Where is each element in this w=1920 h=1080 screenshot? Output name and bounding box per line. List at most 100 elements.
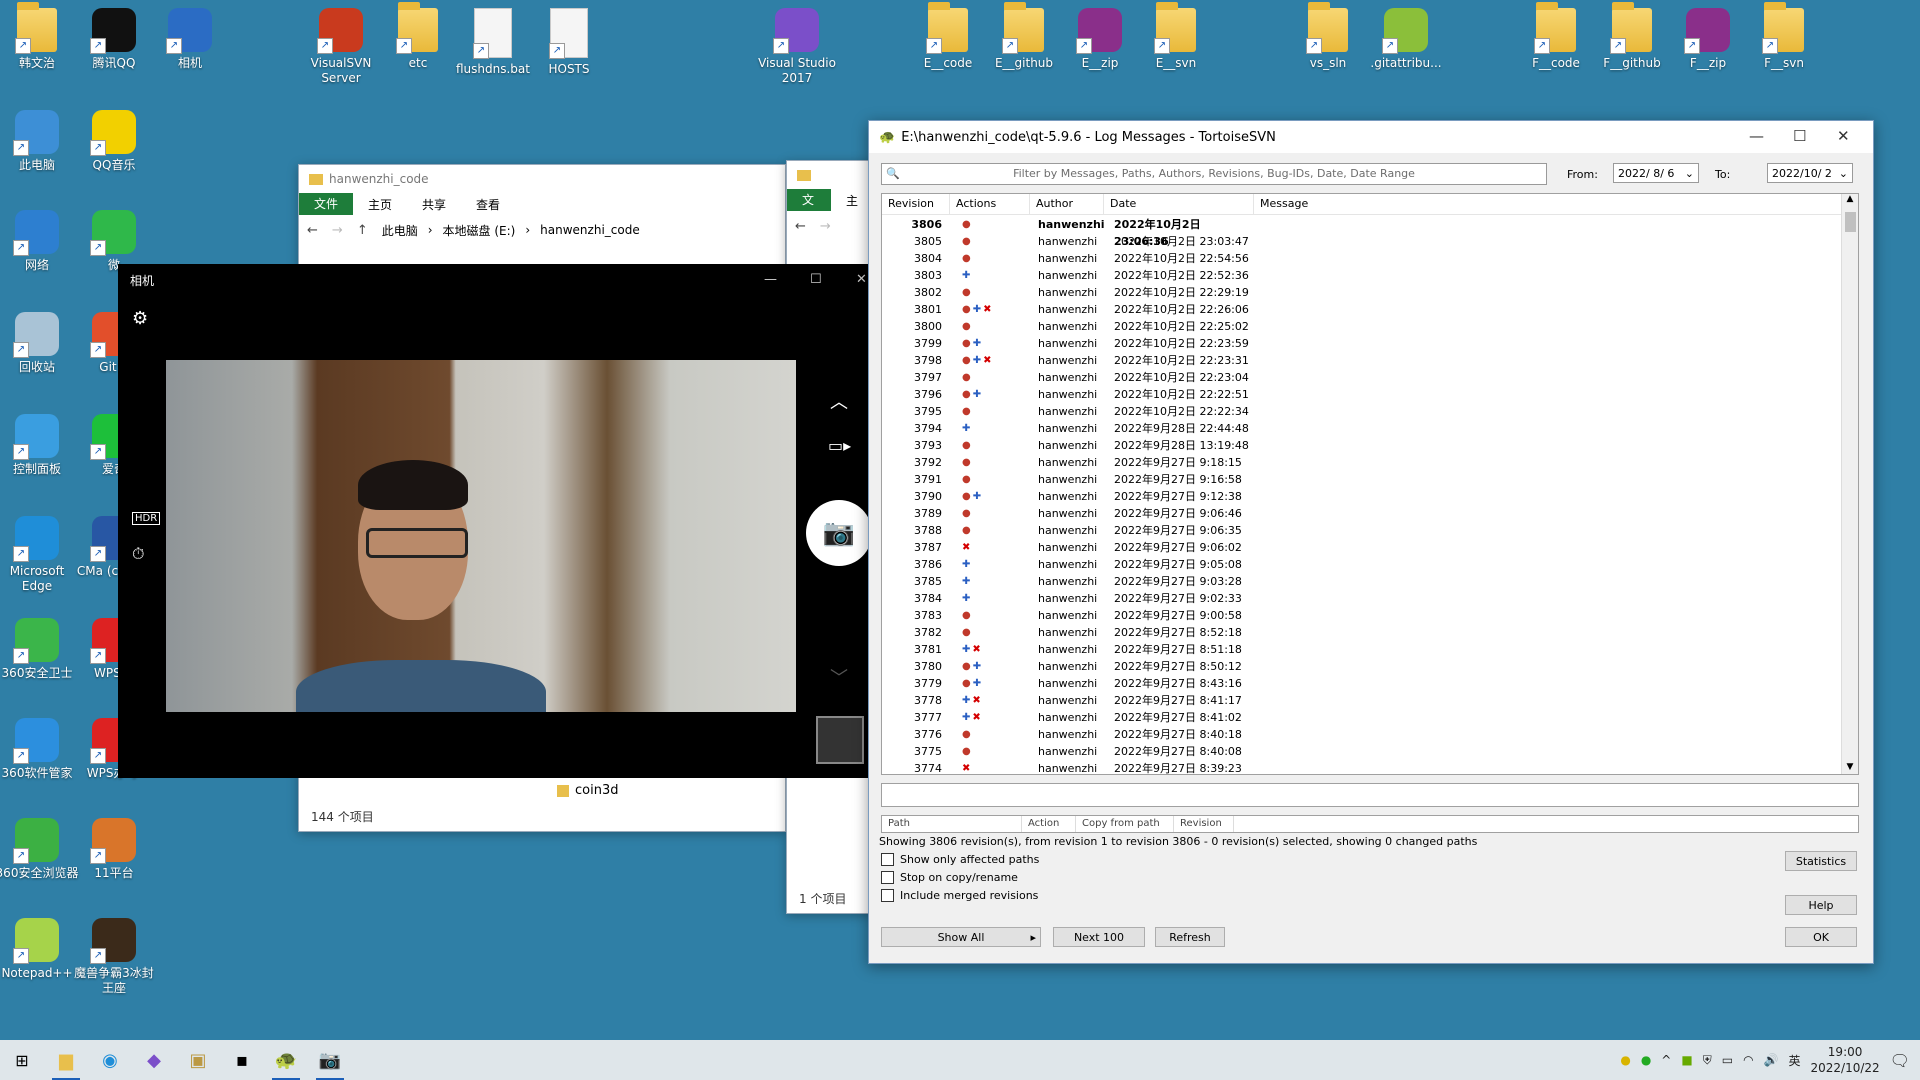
desktop-icon[interactable]: ↗ 360安全浏览器 [0,818,79,881]
table-row[interactable]: 3787 ✖ hanwenzhi 2022年9月27日 9:06:02 [882,539,1842,556]
table-row[interactable]: 3794 ✚ hanwenzhi 2022年9月28日 22:44:48 [882,420,1842,437]
include-merged-revisions-checkbox[interactable]: Include merged revisions [881,889,1038,902]
explorer-title-bar[interactable]: hanwenzhi_code [299,165,785,193]
desktop-icon[interactable]: ↗ 韩文治 [0,2,79,71]
close-icon[interactable]: ✕ [1837,127,1850,145]
desktop-icon[interactable]: ↗ F__code [1514,2,1598,71]
desktop-icon[interactable]: ↗ Microsoft Edge [0,516,79,594]
table-row[interactable]: 3804 ● hanwenzhi 2022年10月2日 22:54:56 [882,250,1842,267]
column-header-action[interactable]: Action [1022,816,1076,832]
scroll-down-icon[interactable]: ▼ [1842,762,1858,772]
desktop-icon[interactable]: ↗ .gitattribu... [1364,8,1448,71]
last-photo-thumbnail[interactable] [816,716,864,764]
minimize-icon[interactable]: — [764,272,777,287]
desktop-icon[interactable]: ↗ QQ音乐 [72,110,156,173]
vertical-scrollbar[interactable]: ▲ ▼ [1841,194,1858,774]
table-row[interactable]: 3785 ✚ hanwenzhi 2022年9月27日 9:03:28 [882,573,1842,590]
table-row[interactable]: 3783 ● hanwenzhi 2022年9月27日 9:00:58 [882,607,1842,624]
take-photo-button[interactable]: 📷 [806,500,872,566]
table-row[interactable]: 3774 ✖ hanwenzhi 2022年9月27日 8:39:23 [882,760,1842,774]
minimize-icon[interactable]: — [1749,127,1764,145]
table-row[interactable]: 3801 ●✚✖ hanwenzhi 2022年10月2日 22:26:06 [882,301,1842,318]
desktop-icon[interactable]: ↗ 此电脑 [0,110,79,173]
taskbar-camera[interactable]: 📷 [308,1040,352,1080]
table-row[interactable]: 3798 ●✚✖ hanwenzhi 2022年10月2日 22:23:31 [882,352,1842,369]
network-wifi-icon[interactable]: ◠ [1743,1053,1753,1067]
forward-icon[interactable]: → [332,223,343,238]
revision-list[interactable]: Revision Actions Author Date Message 380… [881,193,1859,775]
close-icon[interactable]: ✕ [856,272,867,287]
desktop-icon[interactable]: ↗ E__svn [1134,2,1218,71]
next-100-button[interactable]: Next 100 [1053,927,1145,947]
table-row[interactable]: 3791 ● hanwenzhi 2022年9月27日 9:16:58 [882,471,1842,488]
log-message-box[interactable] [881,783,1859,807]
column-header-actions[interactable]: Actions [950,194,1030,214]
taskbar-visual-studio[interactable]: ◆ [132,1040,176,1080]
table-row[interactable]: 3775 ● hanwenzhi 2022年9月27日 8:40:08 [882,743,1842,760]
desktop-icon[interactable]: ↗ Notepad++ [0,918,79,981]
checkbox-box[interactable] [881,871,894,884]
scrollbar-thumb[interactable] [1845,212,1856,232]
desktop-icon[interactable]: ↗ etc [376,2,460,71]
notification-icon[interactable]: 🗨 [1890,1051,1910,1070]
stop-on-copy-checkbox[interactable]: Stop on copy/rename [881,871,1018,884]
breadcrumb[interactable]: 此电脑 › 本地磁盘 (E:) › hanwenzhi_code [382,222,640,239]
qq-music-tray-icon[interactable]: ● [1620,1053,1630,1067]
table-row[interactable]: 3784 ✚ hanwenzhi 2022年9月27日 9:02:33 [882,590,1842,607]
desktop-icon[interactable]: ↗ F__svn [1742,2,1826,71]
explorer-title-bar[interactable] [787,161,873,189]
svn-log-window[interactable]: 🐢 E:\hanwenzhi_code\qt-5.9.6 - Log Messa… [868,120,1874,964]
desktop-icon[interactable]: ↗ E__zip [1058,8,1142,71]
back-icon[interactable]: ← [795,219,806,234]
dropdown-arrow-icon[interactable]: ▸ [1030,928,1036,948]
back-icon[interactable]: ← [307,223,318,238]
ime-indicator[interactable]: 英 [1789,1052,1801,1069]
to-date-picker[interactable]: 2022/10/ 2 ⌄ [1767,163,1853,183]
show-all-button[interactable]: Show All ▸ [881,927,1041,947]
table-row[interactable]: 3799 ●✚ hanwenzhi 2022年10月2日 22:23:59 [882,335,1842,352]
table-row[interactable]: 3781 ✚✖ hanwenzhi 2022年9月27日 8:51:18 [882,641,1842,658]
up-icon[interactable]: ↑ [357,223,368,238]
tab-share[interactable]: 共享 [407,196,461,213]
taskbar-tortoisesvn[interactable]: 🐢 [264,1040,308,1080]
camera-window[interactable]: 相机 — ☐ ✕ ⚙ HDR ⏱ ︿ ▭▸ 📷 ﹀ [118,264,872,778]
camera-title-bar[interactable]: 相机 [118,264,870,296]
start-button[interactable]: ⊞ [0,1040,44,1080]
from-date-picker[interactable]: 2022/ 8/ 6 ⌄ [1613,163,1699,183]
tab-file[interactable]: 文件 [299,193,354,215]
table-row[interactable]: 3778 ✚✖ hanwenzhi 2022年9月27日 8:41:17 [882,692,1842,709]
volume-icon[interactable]: 🔊 [1764,1053,1779,1067]
taskbar-app[interactable]: ▣ [176,1040,220,1080]
maximize-icon[interactable]: ☐ [810,272,822,287]
list-item[interactable]: coin3d [557,783,618,798]
desktop-icon[interactable]: ↗ 360软件管家 [0,718,79,781]
checkbox-box[interactable] [881,889,894,902]
filter-input[interactable]: 🔍 Filter by Messages, Paths, Authors, Re… [881,163,1547,185]
desktop-icon[interactable]: ↗ flushdns.bat [451,8,535,77]
table-row[interactable]: 3776 ● hanwenzhi 2022年9月27日 8:40:18 [882,726,1842,743]
clock[interactable]: 19:00 2022/10/22 [1811,1044,1880,1076]
help-button[interactable]: Help [1785,895,1857,915]
tab-file[interactable]: 文件 [787,189,831,229]
column-header-author[interactable]: Author [1030,194,1104,214]
wechat-tray-icon[interactable]: ● [1641,1053,1651,1067]
desktop-icon[interactable]: ↗ 网络 [0,210,79,273]
chevron-up-icon[interactable]: ︿ [830,388,848,414]
table-row[interactable]: 3789 ● hanwenzhi 2022年9月27日 9:06:46 [882,505,1842,522]
security-icon[interactable]: ⛨ [1703,1053,1712,1068]
desktop-icon[interactable]: ↗ 魔兽争霸3冰封王座 [72,918,156,996]
column-header-revision[interactable]: Revision [882,194,950,214]
desktop-icon[interactable]: ↗ 控制面板 [0,414,79,477]
breadcrumb-item[interactable]: 此电脑 [382,222,418,239]
show-only-affected-paths-checkbox[interactable]: Show only affected paths [881,853,1039,866]
table-row[interactable]: 3793 ● hanwenzhi 2022年9月28日 13:19:48 [882,437,1842,454]
table-row[interactable]: 3788 ● hanwenzhi 2022年9月27日 9:06:35 [882,522,1842,539]
hdr-icon[interactable]: HDR [132,512,161,525]
taskbar-terminal[interactable]: ▪ [220,1040,264,1080]
table-row[interactable]: 3780 ●✚ hanwenzhi 2022年9月27日 8:50:12 [882,658,1842,675]
taskbar-edge[interactable]: ◉ [88,1040,132,1080]
statistics-button[interactable]: Statistics [1785,851,1857,871]
table-row[interactable]: 3800 ● hanwenzhi 2022年10月2日 22:25:02 [882,318,1842,335]
table-row[interactable]: 3802 ● hanwenzhi 2022年10月2日 22:29:19 [882,284,1842,301]
breadcrumb-item[interactable]: hanwenzhi_code [540,223,640,237]
